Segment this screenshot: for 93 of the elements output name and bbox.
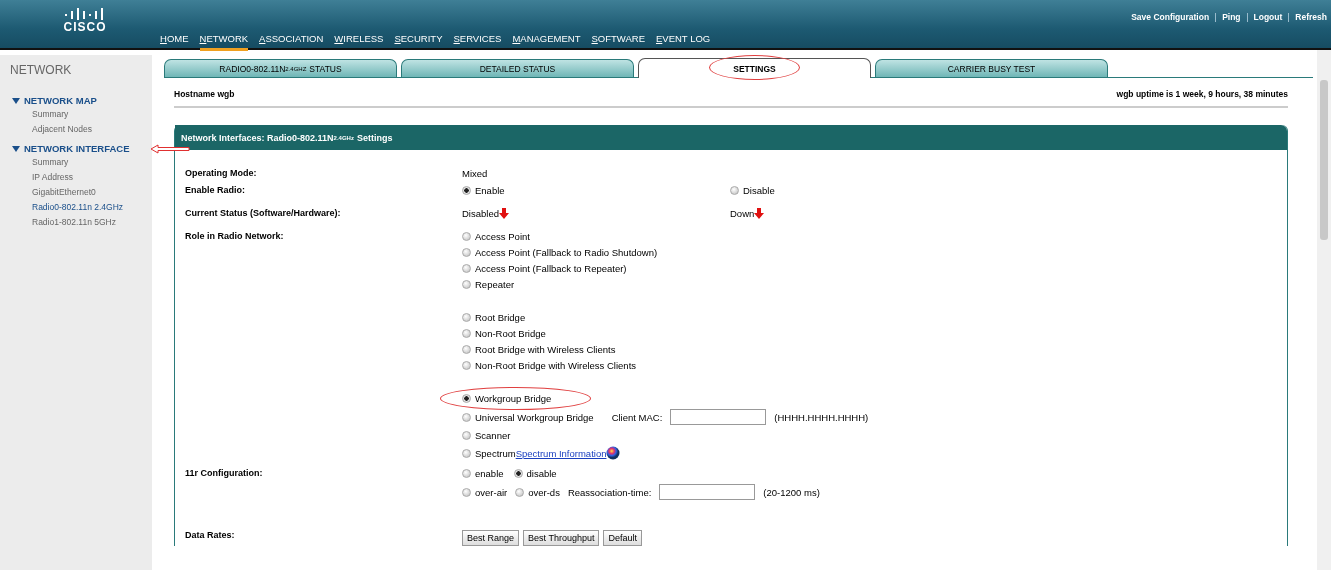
radio-button[interactable] [462, 469, 471, 478]
radio-label: Non-Root Bridge [475, 328, 546, 339]
field-label: Data Rates: [185, 530, 236, 540]
field-label: Enable Radio: [185, 185, 246, 195]
field-label: Reassociation-time: [567, 486, 652, 498]
rate-button[interactable]: Default [603, 530, 642, 546]
spectrum-link[interactable]: Spectrum Information [515, 447, 607, 459]
nav-link[interactable]: WIRELESS [334, 33, 384, 51]
radio-label: Universal Workgroup Bridge [475, 411, 594, 423]
tab[interactable]: DETAILED STATUS [401, 59, 634, 77]
tab[interactable]: CARRIER BUSY TEST [875, 59, 1108, 77]
format-hint: (HHHH.HHHH.HHHH) [774, 411, 869, 423]
header-link[interactable]: Save Configuration [1131, 12, 1210, 22]
sidebar-item[interactable]: Adjacent Nodes [32, 122, 152, 137]
radio-label: Access Point [475, 231, 530, 242]
time-input-field[interactable] [659, 484, 756, 500]
radio-label: Enable [475, 185, 505, 196]
radio-button[interactable] [730, 186, 739, 195]
radio-button[interactable] [462, 264, 471, 273]
radio-label: over-air [475, 486, 508, 498]
radio-label: Repeater [475, 279, 515, 290]
field-label: Operating Mode: [185, 168, 258, 178]
radio-button[interactable] [462, 345, 471, 354]
nav-link[interactable]: NETWORK [199, 33, 249, 51]
logo-bars-icon [64, 8, 106, 20]
field-label: 11r Configuration: [185, 468, 264, 478]
nav-link[interactable]: ASSOCIATION [259, 33, 324, 51]
radio-button[interactable] [462, 232, 471, 241]
range-hint: (20-1200 ms) [763, 486, 820, 498]
nav-link[interactable]: SOFTWARE [591, 33, 645, 51]
rate-button[interactable]: Best Throughput [523, 530, 600, 546]
nav-link[interactable]: SERVICES [453, 33, 502, 51]
nav-link[interactable]: SECURITY [394, 33, 443, 51]
sidebar-item[interactable]: Summary [32, 155, 152, 170]
radio-button[interactable] [462, 412, 471, 422]
down-arrow-icon [498, 208, 509, 219]
scrollbar-thumb[interactable] [1320, 80, 1328, 240]
radio-button[interactable] [462, 431, 471, 440]
radio-button[interactable] [462, 361, 471, 370]
header-link[interactable]: Logout [1253, 12, 1283, 22]
radio-label: Root Bridge [475, 312, 526, 323]
radio-label: enable [475, 468, 504, 479]
sidebar-item[interactable]: IP Address [32, 170, 152, 185]
radio-button[interactable] [462, 280, 471, 289]
mac-input-field[interactable] [670, 409, 767, 425]
radio-button[interactable] [462, 448, 471, 458]
field-label: Role in Radio Network: [185, 231, 285, 241]
radio-label: Workgroup Bridge [475, 393, 552, 404]
radio-label: Scanner [475, 430, 511, 441]
radio-button[interactable] [462, 487, 471, 497]
radio-label: Disable [743, 185, 775, 196]
rate-button[interactable]: Best Range [462, 530, 520, 546]
radio-button[interactable] [462, 313, 471, 322]
field-label: Client MAC: [611, 411, 663, 423]
sidebar-item[interactable]: Radio0-802.11n 2.4GHz [32, 200, 152, 215]
sidebar-item[interactable]: GigabitEthernet0 [32, 185, 152, 200]
logo-text: CISCO [63, 20, 107, 34]
sidebar-group[interactable]: NETWORK INTERFACE [24, 143, 130, 154]
radio-button[interactable] [462, 186, 471, 195]
uptime-text: wgb uptime is 1 week, 9 hours, 38 minutes [1116, 89, 1288, 99]
sidebar-item[interactable]: Radio1-802.11n 5GHz [32, 215, 152, 230]
radio-label: Access Point (Fallback to Radio Shutdown) [475, 247, 658, 258]
radio-button[interactable] [462, 394, 471, 403]
status-text: Down [730, 208, 755, 219]
nav-link[interactable]: MANAGEMENT [512, 33, 581, 51]
radio-label: Spectrum [475, 447, 516, 459]
status-text: Disabled [462, 208, 499, 219]
sidebar-item[interactable]: Summary [32, 107, 152, 122]
nav-link[interactable]: HOME [160, 33, 189, 51]
down-arrow-icon [754, 208, 765, 219]
radio-label: Access Point (Fallback to Repeater) [475, 263, 627, 274]
hostname-text: Hostname wgb [174, 89, 235, 99]
panel-header: Network Interfaces: Radio0-802.11N$^{2.4GHz}$ Settings [175, 125, 1287, 150]
sidebar-title: NETWORK [10, 63, 73, 77]
nav-link[interactable]: EVENT LOG [656, 33, 711, 51]
field-value: Mixed [462, 168, 488, 179]
radio-label: Root Bridge with Wireless Clients [475, 344, 616, 355]
header-link[interactable]: Refresh [1295, 12, 1327, 22]
radio-label: disable [526, 468, 557, 479]
tab[interactable]: RADIO0-802.11N$^{2.4GHZ}$ STATUS [164, 59, 397, 77]
tab[interactable]: SETTINGS [638, 58, 871, 78]
header-link[interactable]: Ping [1222, 12, 1241, 22]
radio-button[interactable] [513, 469, 523, 478]
globe-icon [606, 446, 621, 460]
field-label: Current Status (Software/Hardware): [185, 208, 342, 218]
radio-button[interactable] [515, 487, 525, 497]
radio-label: over-ds [528, 486, 560, 498]
radio-button[interactable] [462, 329, 471, 338]
triangle-icon[interactable] [12, 97, 20, 104]
radio-label: Non-Root Bridge with Wireless Clients [475, 360, 637, 371]
triangle-icon[interactable] [12, 145, 20, 152]
radio-button[interactable] [462, 248, 471, 257]
sidebar-group[interactable]: NETWORK MAP [24, 95, 97, 106]
